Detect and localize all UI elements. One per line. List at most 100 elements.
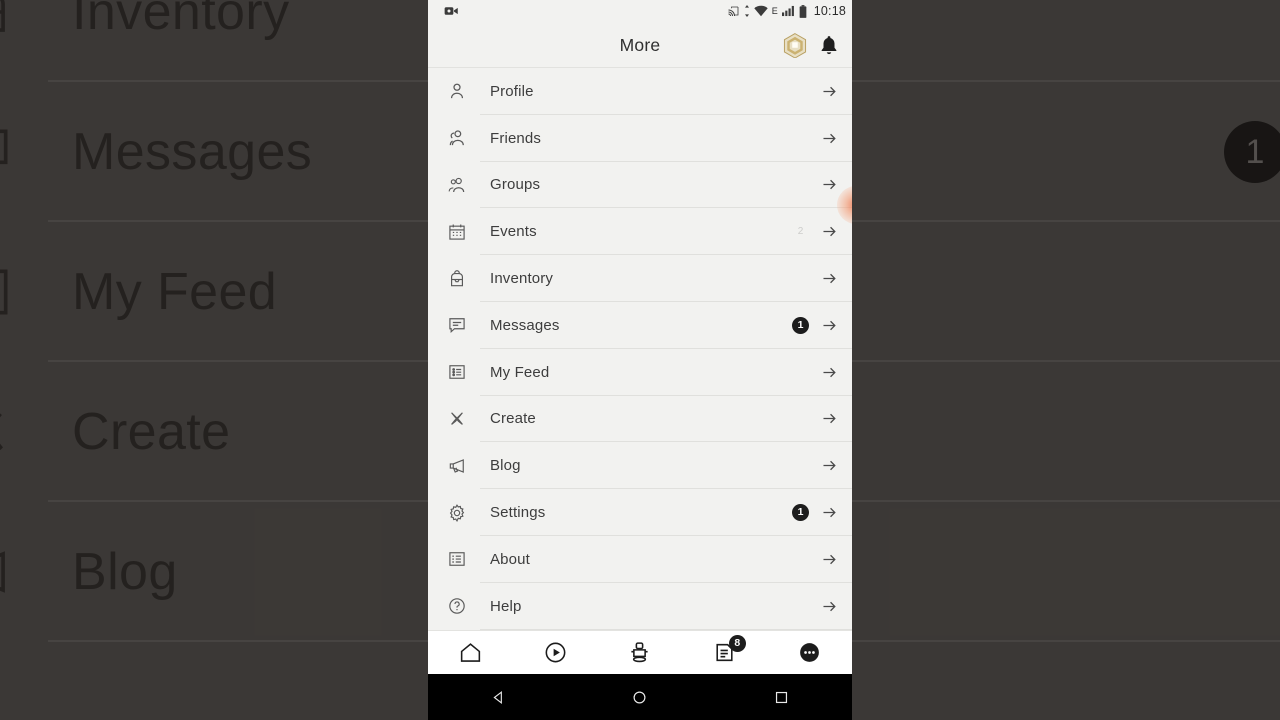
page-title: More (619, 34, 661, 55)
menu-item-label: Events (490, 223, 537, 241)
square-recents-icon (775, 691, 787, 703)
menu-item-tail: 1 (792, 316, 838, 334)
menu-item-profile[interactable]: Profile (428, 68, 852, 115)
cast-icon (727, 5, 740, 17)
create-icon (444, 406, 470, 432)
arrow-right-icon (821, 457, 838, 474)
signal-icon (781, 5, 795, 17)
tab-more[interactable] (767, 631, 852, 674)
video-record-icon (444, 5, 459, 17)
arrow-right-icon (821, 551, 838, 568)
status-bar-right: E 10:18 (727, 4, 846, 18)
menu-item-label: Settings (490, 504, 546, 522)
menu-item-friends[interactable]: Friends (428, 115, 852, 162)
wifi-icon (753, 5, 768, 17)
menu-item-tail (821, 130, 838, 147)
person-icon (444, 78, 470, 104)
arrow-right-icon (821, 317, 838, 334)
avatar-icon (631, 642, 649, 663)
feed-list-icon (444, 359, 470, 385)
arrow-right-icon (821, 598, 838, 615)
arrow-right-icon (821, 83, 838, 100)
clock-label: 10:18 (813, 4, 846, 18)
menu-item-groups[interactable]: Groups (428, 162, 852, 209)
megaphone-icon (0, 537, 30, 607)
menu-item-messages[interactable]: Messages 1 (428, 302, 852, 349)
background-row-label: My Feed (72, 263, 278, 321)
background-row-label: Inventory (72, 0, 290, 41)
robux-hexagon-icon[interactable] (782, 32, 808, 58)
menu-item-label: Messages (490, 316, 560, 334)
menu-item-help[interactable]: Help (428, 583, 852, 630)
status-badge: 1 (792, 504, 809, 522)
feed-list-icon (0, 257, 30, 327)
background-row-label: Blog (72, 543, 178, 601)
menu-item-label: Groups (490, 176, 541, 194)
app-bar-actions (782, 32, 840, 58)
nav-recents-button[interactable] (758, 674, 804, 720)
menu-item-create[interactable]: Create (428, 396, 852, 443)
menu-item-label: Profile (490, 82, 534, 100)
circle-home-icon (633, 691, 646, 703)
menu-item-events[interactable]: Events 2 (428, 208, 852, 256)
background-row-label: Messages (72, 123, 313, 181)
data-transfer-icon (744, 5, 750, 17)
gear-icon (444, 500, 470, 526)
backpack-icon (444, 266, 470, 292)
background-row-tail: 1 (1224, 121, 1280, 183)
menu-item-tail (821, 176, 838, 193)
battery-icon (799, 4, 807, 18)
phone-frame: E 10:18 More Profile Friends Groups Even… (428, 0, 852, 720)
arrow-right-icon (821, 270, 838, 287)
menu-item-tail (821, 598, 838, 615)
more-menu-list: Profile Friends Groups Events 2 Inventor… (428, 68, 852, 630)
nav-home-button[interactable] (617, 674, 663, 720)
bottom-tab-bar: 8 (428, 630, 852, 674)
menu-item-tail: 2 (792, 223, 838, 240)
badge: 1 (1224, 121, 1280, 183)
menu-item-label: My Feed (490, 363, 550, 381)
megaphone-icon (444, 453, 470, 479)
menu-item-tail (821, 364, 838, 381)
arrow-right-icon (821, 504, 838, 521)
tab-games[interactable] (513, 631, 598, 674)
menu-item-label: Create (490, 410, 536, 428)
create-icon (0, 397, 30, 467)
triangle-back-icon (493, 690, 503, 704)
menu-item-inventory[interactable]: Inventory (428, 255, 852, 302)
backpack-icon (0, 0, 30, 47)
arrow-right-icon (821, 130, 838, 147)
status-badge: 1 (792, 316, 809, 334)
menu-item-my-feed[interactable]: My Feed (428, 349, 852, 396)
menu-item-about[interactable]: About (428, 536, 852, 583)
android-nav-bar (428, 674, 852, 720)
status-badge: 2 (797, 226, 804, 238)
tab-avatar[interactable] (598, 631, 683, 674)
bell-icon[interactable] (818, 34, 840, 56)
app-bar: More (428, 22, 852, 68)
arrow-right-icon (821, 176, 838, 193)
arrow-right-icon (821, 410, 838, 427)
home-icon (460, 643, 481, 662)
menu-item-tail (821, 410, 838, 427)
status-bar-left (444, 5, 459, 17)
menu-item-label: Blog (490, 457, 521, 475)
play-circle-icon (545, 642, 566, 663)
more-dots-icon (800, 643, 819, 662)
tab-feed[interactable]: 8 (682, 631, 767, 674)
network-type-label: E (771, 6, 778, 16)
menu-item-tail: 1 (792, 504, 838, 522)
arrow-right-icon (821, 364, 838, 381)
tab-home[interactable] (428, 631, 513, 674)
help-icon (444, 593, 470, 619)
menu-item-blog[interactable]: Blog (428, 442, 852, 490)
status-badge: 8 (728, 635, 746, 652)
friends-icon (444, 125, 470, 151)
menu-item-tail (821, 551, 838, 568)
nav-back-button[interactable] (476, 674, 522, 720)
about-icon (444, 546, 470, 572)
background-row-label: Create (72, 403, 231, 461)
arrow-right-icon (821, 223, 838, 240)
status-bar: E 10:18 (428, 0, 852, 22)
menu-item-settings[interactable]: Settings 1 (428, 489, 852, 536)
